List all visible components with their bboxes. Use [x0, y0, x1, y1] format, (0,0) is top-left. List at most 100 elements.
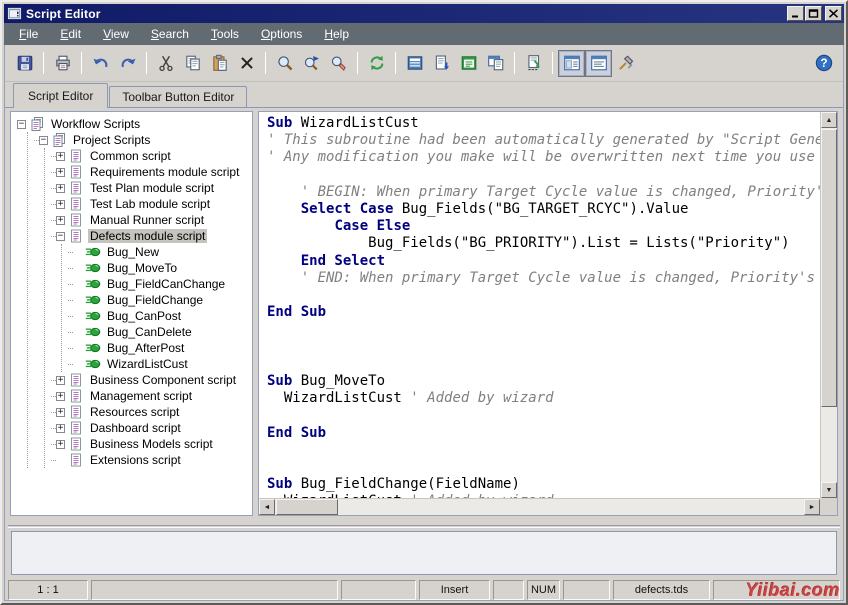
- field-list-button[interactable]: [401, 50, 428, 77]
- menu-options[interactable]: Options: [250, 24, 313, 44]
- expand-icon[interactable]: +: [56, 392, 65, 401]
- code-editor[interactable]: Sub WizardListCust' This subroutine had …: [258, 111, 838, 516]
- code-line: [267, 339, 820, 356]
- event-icon: [85, 276, 101, 292]
- tree-item-bug-new[interactable]: Bug_New: [68, 244, 250, 260]
- menu-file[interactable]: File: [8, 24, 49, 44]
- horizontal-scrollbar[interactable]: ◄ ►: [259, 498, 820, 515]
- menu-tools[interactable]: Tools: [200, 24, 250, 44]
- collapse-icon[interactable]: −: [39, 136, 48, 145]
- toolbar-separator: [552, 52, 553, 74]
- expand-icon[interactable]: +: [56, 216, 65, 225]
- collapse-icon[interactable]: −: [56, 232, 65, 241]
- tree-item-business-component-script[interactable]: +Business Component script: [51, 372, 250, 388]
- tree-item-wizardlistcust[interactable]: WizardListCust: [68, 356, 250, 372]
- form-preview-icon: [460, 54, 478, 72]
- customize-button[interactable]: [612, 50, 639, 77]
- scroll-left-button[interactable]: ◄: [259, 499, 275, 515]
- tree-item-business-models-script[interactable]: +Business Models script: [51, 436, 250, 452]
- maximize-button[interactable]: [805, 6, 822, 21]
- tree-item-bug-canpost[interactable]: Bug_CanPost: [68, 308, 250, 324]
- expand-icon[interactable]: +: [56, 376, 65, 385]
- event-icon: [85, 308, 101, 324]
- expand-icon[interactable]: +: [56, 168, 65, 177]
- code-area[interactable]: Sub WizardListCust' This subroutine had …: [259, 112, 820, 498]
- horizontal-splitter[interactable]: [8, 525, 840, 528]
- code-line: Sub WizardListCust: [267, 115, 820, 132]
- find-next-button[interactable]: [298, 50, 325, 77]
- scroll-up-button[interactable]: ▲: [821, 112, 837, 128]
- vertical-scrollbar[interactable]: ▲ ▼: [820, 112, 837, 498]
- code-line: End Sub: [267, 304, 820, 321]
- collapse-icon[interactable]: −: [17, 120, 26, 129]
- expand-icon[interactable]: +: [56, 440, 65, 449]
- undo-button[interactable]: [87, 50, 114, 77]
- close-button[interactable]: [825, 6, 842, 21]
- expand-icon[interactable]: +: [56, 200, 65, 209]
- form-preview-button[interactable]: [455, 50, 482, 77]
- redo-button[interactable]: [114, 50, 141, 77]
- tree-item-workflow-scripts[interactable]: −Workflow Scripts: [17, 116, 250, 132]
- menu-bar: FileEditViewSearchToolsOptionsHelp: [4, 23, 844, 45]
- new-window-button[interactable]: [482, 50, 509, 77]
- minimize-icon: [790, 9, 801, 18]
- scroll-right-button[interactable]: ►: [804, 499, 820, 515]
- show-tree-button[interactable]: [558, 50, 585, 77]
- copy-button[interactable]: [179, 50, 206, 77]
- tree-item-defects-module-script[interactable]: −Defects module script: [51, 228, 250, 244]
- tree-item-bug-fieldcanchange[interactable]: Bug_FieldCanChange: [68, 276, 250, 292]
- expand-icon[interactable]: +: [56, 408, 65, 417]
- help-button[interactable]: ?: [810, 50, 837, 77]
- tree-item-dashboard-script[interactable]: +Dashboard script: [51, 420, 250, 436]
- workflow-tree-panel[interactable]: −Workflow Scripts−Project Scripts+Common…: [10, 111, 253, 516]
- scroll-down-button[interactable]: ▼: [821, 482, 837, 498]
- tab-toolbar-button-editor[interactable]: Toolbar Button Editor: [109, 86, 247, 107]
- menu-help[interactable]: Help: [313, 24, 360, 44]
- import-script-button[interactable]: [520, 50, 547, 77]
- output-panel: [11, 531, 837, 575]
- paste-button[interactable]: [206, 50, 233, 77]
- toolbar-separator: [146, 52, 147, 74]
- tree-item-extensions-script[interactable]: Extensions script: [51, 452, 250, 468]
- find-next-icon: [303, 54, 321, 72]
- sync-button[interactable]: [363, 50, 390, 77]
- show-editor-icon: [590, 54, 608, 72]
- status-cursor-position: 1 : 1: [8, 580, 88, 600]
- event-icon: [85, 244, 101, 260]
- delete-button[interactable]: [233, 50, 260, 77]
- cut-button[interactable]: [152, 50, 179, 77]
- minimize-button[interactable]: [787, 6, 804, 21]
- menu-search[interactable]: Search: [140, 24, 200, 44]
- expand-icon[interactable]: +: [56, 152, 65, 161]
- menu-edit[interactable]: Edit: [49, 24, 92, 44]
- tree-item-bug-moveto[interactable]: Bug_MoveTo: [68, 260, 250, 276]
- print-button[interactable]: [49, 50, 76, 77]
- vertical-scroll-thumb[interactable]: [821, 129, 837, 407]
- tree-item-test-lab-module-script[interactable]: +Test Lab module script: [51, 196, 250, 212]
- replace-button[interactable]: [325, 50, 352, 77]
- find-button[interactable]: [271, 50, 298, 77]
- tree-item-project-scripts[interactable]: −Project Scripts: [34, 132, 250, 148]
- tree-item-bug-candelete[interactable]: Bug_CanDelete: [68, 324, 250, 340]
- tree-item-requirements-module-script[interactable]: +Requirements module script: [51, 164, 250, 180]
- horizontal-scroll-thumb[interactable]: [276, 499, 338, 515]
- tree-item-manual-runner-script[interactable]: +Manual Runner script: [51, 212, 250, 228]
- scripts-group-icon: [29, 116, 45, 132]
- tab-strip: Script EditorToolbar Button Editor: [5, 82, 843, 107]
- expand-icon[interactable]: +: [56, 424, 65, 433]
- script-editor-window: Script Editor FileEditViewSearchToolsOpt…: [0, 0, 848, 605]
- tree-item-resources-script[interactable]: +Resources script: [51, 404, 250, 420]
- tree-item-bug-afterpost[interactable]: Bug_AfterPost: [68, 340, 250, 356]
- expand-icon[interactable]: +: [56, 184, 65, 193]
- save-button[interactable]: [11, 50, 38, 77]
- tree-item-label: Bug_CanPost: [105, 309, 183, 323]
- tree-item-bug-fieldchange[interactable]: Bug_FieldChange: [68, 292, 250, 308]
- tree-item-test-plan-module-script[interactable]: +Test Plan module script: [51, 180, 250, 196]
- tree-item-management-script[interactable]: +Management script: [51, 388, 250, 404]
- tree-item-label: WizardListCust: [105, 357, 190, 371]
- tree-item-common-script[interactable]: +Common script: [51, 148, 250, 164]
- show-editor-button[interactable]: [585, 50, 612, 77]
- menu-view[interactable]: View: [92, 24, 140, 44]
- tab-script-editor[interactable]: Script Editor: [13, 83, 108, 108]
- save-page-button[interactable]: [428, 50, 455, 77]
